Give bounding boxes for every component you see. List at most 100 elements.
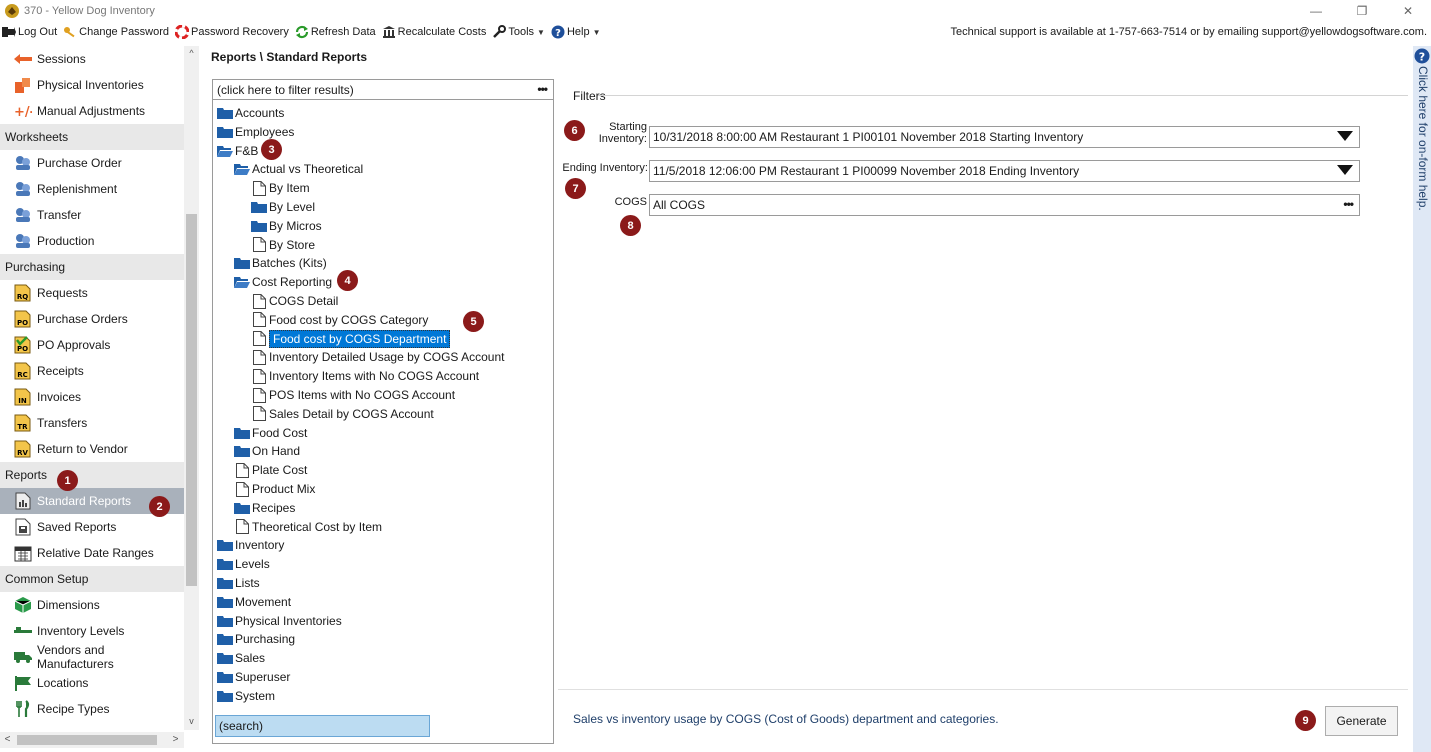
scrollbar-thumb[interactable] [17,735,157,745]
document-icon [251,237,267,253]
sidebar-item-return-to-vendor[interactable]: RV Return to Vendor [0,436,184,462]
tree-node-batches-kits-[interactable]: Batches (Kits) [234,254,327,272]
tree-node-by-store[interactable]: By Store [251,236,315,254]
tree-node-by-level[interactable]: By Level [251,198,315,216]
starting-inventory-dropdown[interactable]: 10/31/2018 8:00:00 AM Restaurant 1 PI001… [649,126,1360,148]
sidebar-item-purchase-orders[interactable]: PO Purchase Orders [0,306,184,332]
scroll-left-icon[interactable]: < [0,732,15,748]
nav-vertical-scrollbar[interactable]: ^ v [184,46,199,730]
tree-node-lists[interactable]: Lists [217,574,260,592]
tree-node-employees[interactable]: Employees [217,123,294,141]
scroll-up-icon[interactable]: ^ [184,48,199,62]
saved-report-icon [14,518,32,536]
password-recovery-label: Password Recovery [191,26,289,38]
help-menu[interactable]: ? Help ▼ [551,25,600,39]
sidebar-item-label: Purchase Order [37,156,122,170]
tree-node-inventory-detailed-usage-by-cogs-account[interactable]: Inventory Detailed Usage by COGS Account [251,348,504,366]
tree-node-on-hand[interactable]: On Hand [234,442,300,460]
sidebar-item-label: Transfer [37,208,82,222]
document-icon [234,462,250,478]
sidebar-item-receipts[interactable]: RC Receipts [0,358,184,384]
tree-filter-input[interactable]: (click here to filter results) ••• [213,80,553,100]
tree-node-food-cost[interactable]: Food Cost [234,424,307,442]
tree-node-physical-inventories[interactable]: Physical Inventories [217,612,342,630]
refresh-data-button[interactable]: Refresh Data [295,25,376,39]
sidebar-item-transfers[interactable]: TR Transfers [0,410,184,436]
tree-search-input[interactable]: (search) [215,715,430,737]
ending-inventory-value: 11/5/2018 12:06:00 PM Restaurant 1 PI000… [653,164,1080,178]
tree-node-movement[interactable]: Movement [217,593,291,611]
tree-node-by-item[interactable]: By Item [251,179,310,197]
sidebar-item-dimensions[interactable]: Dimensions [0,592,184,618]
tree-node-inventory[interactable]: Inventory [217,536,284,554]
document-icon [251,180,267,196]
tree-node-sales-detail-by-cogs-account[interactable]: Sales Detail by COGS Account [251,405,434,423]
sidebar-item-invoices[interactable]: IN Invoices [0,384,184,410]
tree-node-sales[interactable]: Sales [217,649,265,667]
sidebar-item-recipe-types[interactable]: Recipe Types [0,696,184,722]
scrollbar-thumb[interactable] [186,214,197,586]
document-icon [251,349,267,365]
restore-button[interactable]: ❐ [1339,0,1385,22]
scroll-down-icon[interactable]: v [184,716,199,730]
chevron-down-icon[interactable] [1337,131,1353,141]
tree-node-cost-reporting[interactable]: Cost Reporting [234,273,332,291]
sidebar-item-inventory-levels[interactable]: Inventory Levels [0,618,184,644]
sidebar-item-production[interactable]: Production [0,228,184,254]
minimize-button[interactable]: — [1293,0,1339,22]
change-password-button[interactable]: Change Password [63,25,169,39]
tree-node-product-mix[interactable]: Product Mix [234,480,315,498]
sidebar-item-relative-date-ranges[interactable]: Relative Date Ranges [0,540,184,566]
sidebar-item-replenishment[interactable]: Replenishment [0,176,184,202]
sidebar-item-requests[interactable]: RQ Requests [0,280,184,306]
nav-horizontal-scrollbar[interactable]: < > [0,732,184,748]
sidebar-item-po-approvals[interactable]: PO PO Approvals [0,332,184,358]
tree-node-superuser[interactable]: Superuser [217,668,290,686]
sidebar-item-locations[interactable]: Locations [0,670,184,696]
folder-open-icon [234,275,250,289]
scroll-right-icon[interactable]: > [168,732,183,748]
cogs-options-button[interactable]: ••• [1343,197,1354,211]
tree-node-levels[interactable]: Levels [217,555,270,573]
wrench-icon [492,25,507,39]
tree-node-f-b[interactable]: F&B [217,142,258,160]
tools-menu[interactable]: Tools ▼ [492,25,545,39]
password-recovery-button[interactable]: Password Recovery [175,25,289,39]
sidebar-item-manual-adjustments[interactable]: +/- Manual Adjustments [0,98,184,124]
on-form-help-link[interactable]: Click here for on-form help. [1414,66,1430,211]
tree-node-by-micros[interactable]: By Micros [251,217,322,235]
logout-button[interactable]: Log Out [2,25,57,39]
tree-node-theoretical-cost-by-item[interactable]: Theoretical Cost by Item [234,518,382,536]
tree-node-actual-vs-theoretical[interactable]: Actual vs Theoretical [234,160,363,178]
generate-button[interactable]: Generate [1325,706,1398,736]
tree-node-plate-cost[interactable]: Plate Cost [234,461,307,479]
tree-node-recipes[interactable]: Recipes [234,499,295,517]
title-bar: 370 - Yellow Dog Inventory — ❐ ✕ [0,0,1431,22]
navigation-list: Sessions Physical Inventories +/- Manual Ad… [0,46,184,722]
close-button[interactable]: ✕ [1385,0,1431,22]
document-icon [251,293,267,309]
sidebar-item-vendors-and-manufacturers[interactable]: Vendors and Manufacturers [0,643,184,671]
tree-node-food-cost-by-cogs-category[interactable]: Food cost by COGS Category [251,311,428,329]
chevron-down-icon[interactable] [1337,165,1353,175]
sidebar-item-sessions[interactable]: Sessions [0,46,184,72]
tree-node-label: By Micros [269,218,322,233]
cogs-selector[interactable]: All COGS ••• [649,194,1360,216]
tree-node-purchasing[interactable]: Purchasing [217,630,295,648]
filter-options-button[interactable]: ••• [537,82,548,96]
ending-inventory-dropdown[interactable]: 11/5/2018 12:06:00 PM Restaurant 1 PI000… [649,160,1360,182]
recalculate-costs-button[interactable]: Recalculate Costs [382,25,486,39]
sidebar-item-saved-reports[interactable]: Saved Reports [0,514,184,540]
sidebar-item-transfer[interactable]: Transfer [0,202,184,228]
tree-node-food-cost-by-cogs-department[interactable]: Food cost by COGS Department [251,329,451,348]
tree-node-cogs-detail[interactable]: COGS Detail [251,292,338,310]
report-icon [14,492,32,510]
folder-open-icon [217,144,233,158]
tree-node-inventory-items-with-no-cogs-account[interactable]: Inventory Items with No COGS Account [251,367,479,385]
tree-node-pos-items-with-no-cogs-account[interactable]: POS Items with No COGS Account [251,386,455,404]
tree-node-system[interactable]: System [217,687,275,705]
tree-node-accounts[interactable]: Accounts [217,104,284,122]
sidebar-item-physical-inventories[interactable]: Physical Inventories [0,72,184,98]
sidebar-item-purchase-order[interactable]: Purchase Order [0,150,184,176]
folder-open-icon [234,162,250,176]
